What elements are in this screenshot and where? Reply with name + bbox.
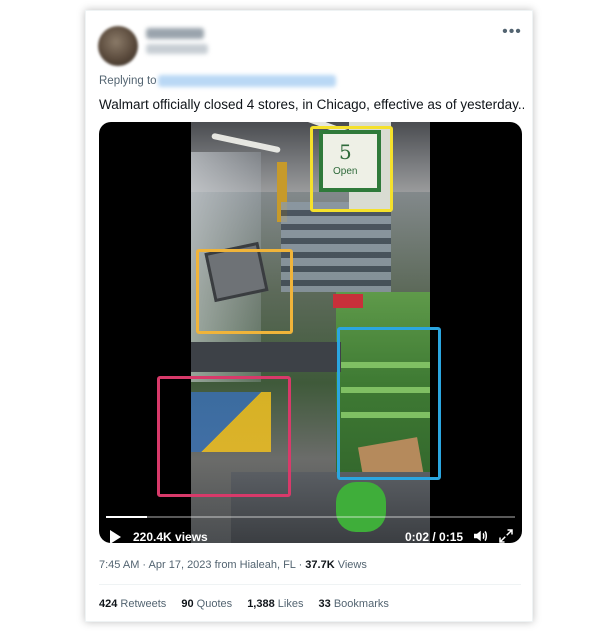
tweet-date-location[interactable]: Apr 17, 2023 from Hialeah, FL: [149, 559, 296, 571]
video-progress-fill: [106, 516, 147, 518]
stat-quotes[interactable]: 90 Quotes: [181, 598, 232, 610]
replying-to-handle-blurred[interactable]: [158, 75, 336, 87]
video-player[interactable]: 5 Open 220.4K views 0:02 / 0:15: [99, 122, 522, 543]
video-progress-bar[interactable]: [106, 516, 515, 518]
engagement-stats: 424 Retweets 90 Quotes 1,388 Likes 33 Bo…: [99, 598, 401, 610]
avatar[interactable]: [98, 26, 138, 66]
tweet-card: ••• Replying to Walmart officially close…: [85, 10, 533, 622]
divider: [99, 584, 521, 585]
stat-likes[interactable]: 1,388 Likes: [247, 598, 303, 610]
video-views: 220.4K views: [133, 530, 208, 543]
more-dots-icon[interactable]: •••: [502, 24, 522, 40]
username-blurred[interactable]: [146, 44, 208, 54]
tweet-meta: 7:45 AM · Apr 17, 2023 from Hialeah, FL …: [99, 559, 367, 571]
highlight-box-orange: [196, 249, 293, 334]
fullscreen-icon[interactable]: [497, 527, 515, 543]
views-label: Views: [337, 559, 367, 571]
views-count: 37.7K: [305, 559, 335, 571]
highlight-box-pink: [157, 376, 291, 497]
display-name-blurred[interactable]: [146, 28, 204, 39]
tweet-time[interactable]: 7:45 AM: [99, 559, 139, 571]
play-icon[interactable]: [110, 530, 121, 543]
stat-bookmarks[interactable]: 33 Bookmarks: [319, 598, 389, 610]
replying-to-label: Replying to: [99, 75, 157, 87]
tweet-text: Walmart officially closed 4 stores, in C…: [99, 97, 524, 112]
volume-icon[interactable]: [471, 527, 489, 543]
stat-retweets[interactable]: 424 Retweets: [99, 598, 166, 610]
highlight-box-yellow: [310, 126, 393, 212]
highlight-box-blue: [337, 327, 441, 480]
video-time: 0:02 / 0:15: [405, 530, 464, 543]
